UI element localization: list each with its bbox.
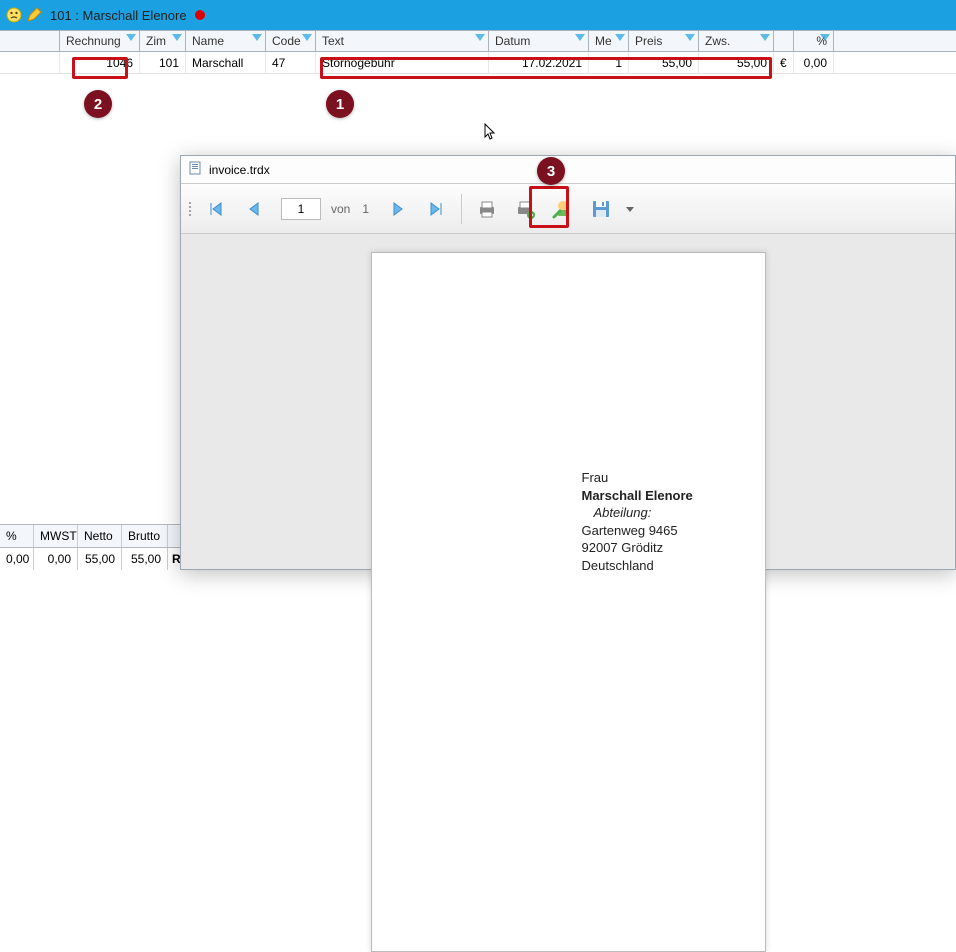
filter-icon[interactable]: [475, 34, 485, 41]
cursor-pointer-icon: [484, 123, 498, 144]
totals-col-netto[interactable]: Netto: [78, 525, 122, 547]
filter-icon[interactable]: [685, 34, 695, 41]
totals-grid: % MWST Netto Brutto 0,00 0,00 55,00 55,0…: [0, 524, 180, 570]
print-direct-button[interactable]: [508, 192, 542, 226]
callout-1: 1: [326, 90, 354, 118]
print-button[interactable]: [470, 192, 504, 226]
cell-zws: 55,00: [699, 52, 774, 73]
filter-icon[interactable]: [126, 34, 136, 41]
col-currency: [774, 31, 794, 51]
dirty-indicator-icon: [195, 10, 205, 20]
totals-col-percent[interactable]: %: [0, 525, 34, 547]
page-of-label: von: [331, 202, 350, 216]
address-street: Gartenweg 9465: [582, 522, 693, 540]
filter-icon[interactable]: [575, 34, 585, 41]
cell-zim: 101: [140, 52, 186, 73]
cell-text: Stornogebühr: [316, 52, 489, 73]
cell-datum: 17.02.2021: [489, 52, 589, 73]
filter-icon[interactable]: [302, 34, 312, 41]
nav-next-button[interactable]: [381, 192, 415, 226]
nav-first-button[interactable]: [199, 192, 233, 226]
toolbar-grip-icon: [189, 202, 191, 216]
address-salutation: Frau: [582, 469, 693, 487]
document-icon: [187, 160, 203, 179]
col-name[interactable]: Name: [186, 31, 266, 51]
save-dropdown-button[interactable]: [622, 192, 638, 226]
address-name: Marschall Elenore: [582, 487, 693, 505]
page-number-input[interactable]: 1: [281, 198, 321, 220]
cell-me: 1: [589, 52, 629, 73]
cell-rechnung: 1046: [60, 52, 140, 73]
col-percent[interactable]: %: [794, 31, 834, 51]
guest-face-icon: [6, 7, 22, 23]
col-expander: [0, 31, 60, 51]
tab-title: 101 : Marschall Elenore: [50, 8, 187, 23]
totals-col-mwst[interactable]: MWST: [34, 525, 78, 547]
totals-netto: 55,00: [78, 548, 122, 570]
totals-mwst: 0,00: [34, 548, 78, 570]
col-datum[interactable]: Datum: [489, 31, 589, 51]
report-viewer-window: invoice.trdx 1 von 1 Frau Marschall Elen…: [180, 155, 956, 570]
filter-icon[interactable]: [252, 34, 262, 41]
col-preis[interactable]: Preis: [629, 31, 699, 51]
col-text[interactable]: Text: [316, 31, 489, 51]
viewer-toolbar: 1 von 1: [181, 184, 955, 234]
totals-percent: 0,00: [0, 548, 34, 570]
cell-code: 47: [266, 52, 316, 73]
address-country: Deutschland: [582, 557, 693, 575]
cell-name: Marschall: [186, 52, 266, 73]
viewer-title-text: invoice.trdx: [209, 163, 270, 177]
totals-brutto: 55,00: [122, 548, 168, 570]
address-block: Frau Marschall Elenore Abteilung: Garten…: [582, 469, 693, 574]
address-department: Abteilung:: [582, 504, 693, 522]
cell-preis: 55,00: [629, 52, 699, 73]
col-zim[interactable]: Zim: [140, 31, 186, 51]
filter-icon[interactable]: [820, 34, 830, 41]
cell-percent: 0,00: [794, 52, 834, 73]
address-city: 92007 Gröditz: [582, 539, 693, 557]
window-titlebar: 101 : Marschall Elenore: [0, 0, 956, 30]
totals-col-brutto[interactable]: Brutto: [122, 525, 168, 547]
page-total: 1: [362, 202, 369, 216]
col-code[interactable]: Code: [266, 31, 316, 51]
grid-header: Rechnung Zim Name Code Text Datum Me Pre…: [0, 30, 956, 52]
col-rechnung[interactable]: Rechnung: [60, 31, 140, 51]
nav-prev-button[interactable]: [237, 192, 271, 226]
filter-icon[interactable]: [172, 34, 182, 41]
viewer-titlebar: invoice.trdx: [181, 156, 955, 184]
col-me[interactable]: Me: [589, 31, 629, 51]
table-row[interactable]: 1046 101 Marschall 47 Stornogebühr 17.02…: [0, 52, 956, 74]
save-button[interactable]: [584, 192, 618, 226]
callout-2: 2: [84, 90, 112, 118]
cell-currency: €: [774, 52, 794, 73]
edit-pencil-icon[interactable]: [26, 7, 42, 23]
document-area[interactable]: Frau Marschall Elenore Abteilung: Garten…: [181, 234, 955, 569]
send-mail-button[interactable]: [546, 192, 580, 226]
filter-icon[interactable]: [760, 34, 770, 41]
col-zws[interactable]: Zws.: [699, 31, 774, 51]
nav-last-button[interactable]: [419, 192, 453, 226]
report-page: Frau Marschall Elenore Abteilung: Garten…: [371, 252, 766, 952]
filter-icon[interactable]: [615, 34, 625, 41]
